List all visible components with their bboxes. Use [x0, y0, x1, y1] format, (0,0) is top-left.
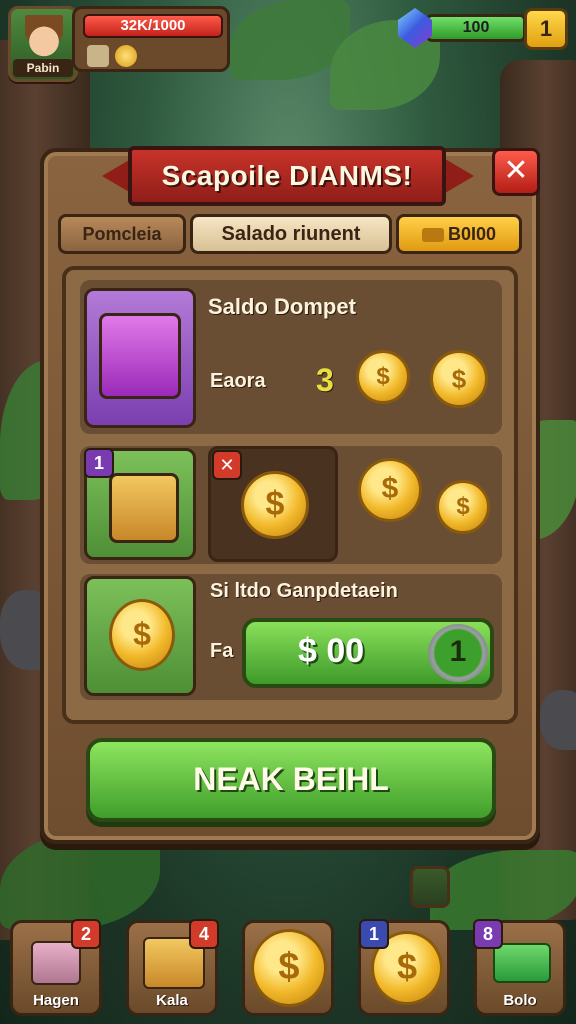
coin-stack-icon: $	[358, 458, 422, 522]
section1-title: Saldo Dompet	[208, 294, 356, 319]
add-resource-button[interactable]: 1	[524, 8, 568, 50]
coin-stack-icon: $	[241, 471, 309, 539]
confirm-button[interactable]: NEAK BEIHL	[86, 738, 496, 822]
chest-count-badge: 1	[84, 448, 114, 478]
health-panel: 32K/1000	[72, 6, 230, 72]
badge: 2	[71, 919, 101, 949]
bottom-item-coin[interactable]: $	[242, 920, 334, 1016]
bottom-item-hagen[interactable]: 2 Hagen	[10, 919, 102, 1016]
coin-icon: $	[436, 480, 490, 534]
dialog-title-banner: Scapoile DIANMS!	[128, 146, 446, 206]
coin-icon: $	[109, 599, 175, 671]
tab-salado[interactable]: Salado riunent	[190, 214, 392, 254]
dialog-title: Scapoile DIANMS!	[161, 160, 413, 191]
bottom-label: Hagen	[33, 992, 79, 1009]
bottom-item-bolo[interactable]: 8 Bolo	[473, 919, 566, 1016]
section1-count: 3	[316, 362, 334, 398]
resource-bar: 100	[426, 14, 526, 42]
wooden-chest-icon	[109, 473, 179, 543]
gem-icon	[398, 8, 432, 48]
coin-icon: $	[251, 929, 327, 1007]
coin-icon	[115, 45, 137, 67]
badge: 8	[473, 919, 503, 949]
purple-chest-slot[interactable]	[84, 288, 196, 428]
price-prefix: Fa	[210, 640, 234, 662]
badge: 4	[189, 919, 219, 949]
price-label: $ 00	[298, 632, 365, 670]
section3-title: Si ltdo Ganpdetaein	[210, 580, 398, 602]
emerald-icon[interactable]	[410, 866, 450, 908]
section1-sub: Eaora	[210, 370, 266, 392]
coin-icon: $	[430, 350, 488, 408]
gold-bar-icon	[421, 228, 444, 243]
avatar-portrait	[25, 15, 63, 59]
coin-icon: $	[356, 350, 410, 404]
remove-badge[interactable]: ✕	[212, 450, 242, 480]
scroll-icon	[87, 45, 109, 67]
purple-chest-icon	[99, 313, 181, 399]
bottom-label: Bolo	[503, 992, 537, 1009]
bottom-label: Kala	[156, 992, 188, 1009]
price-count: 1	[428, 624, 488, 682]
bottom-item-kala[interactable]: 4 Kala	[126, 919, 219, 1016]
coin-slot[interactable]: $	[84, 576, 196, 696]
tab-gold-label: B0I00	[447, 224, 497, 244]
close-button[interactable]: ✕	[492, 148, 540, 196]
resource-panel: 100 1	[396, 6, 572, 52]
health-bar: 32K/1000	[83, 14, 223, 38]
player-avatar[interactable]: Pabin	[8, 6, 78, 82]
tab-gold[interactable]: B0I00	[396, 214, 522, 254]
player-name: Pabin	[13, 59, 73, 77]
cash-icon	[493, 943, 551, 983]
tab-pomcleia[interactable]: Pomcleia	[58, 214, 186, 254]
badge: 1	[359, 919, 389, 949]
bottom-item-coin-2[interactable]: $ 1	[358, 919, 450, 1016]
price-button[interactable]: $ 00 1	[242, 618, 494, 688]
